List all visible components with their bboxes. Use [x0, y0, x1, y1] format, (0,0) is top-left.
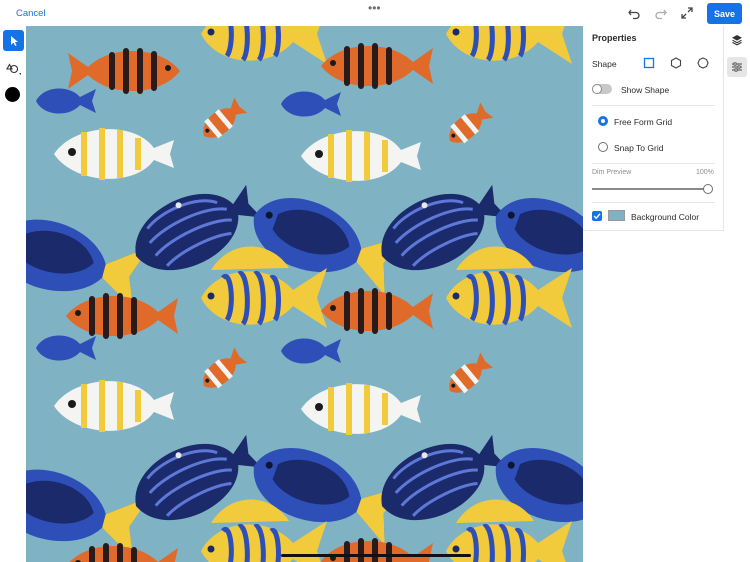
divider — [592, 105, 715, 106]
more-options-icon[interactable]: ••• — [368, 1, 381, 15]
background-color-checkbox[interactable] — [592, 211, 602, 221]
shape-label: Shape — [592, 59, 617, 69]
divider — [592, 202, 715, 203]
sliders-icon[interactable] — [727, 57, 747, 77]
dim-preview-slider[interactable] — [592, 188, 705, 190]
dim-preview-label: Dim Preview — [592, 169, 632, 176]
dim-preview-value: 100% — [696, 169, 714, 176]
save-button[interactable]: Save — [707, 3, 742, 24]
square-shape-icon[interactable] — [643, 57, 655, 69]
background-color-label: Background Color — [631, 212, 700, 222]
dim-preview-slider-handle[interactable] — [703, 184, 713, 194]
layers-icon[interactable] — [727, 30, 747, 50]
properties-panel: Properties Shape Show Shape Free Form Gr… — [583, 26, 724, 231]
fullscreen-icon[interactable] — [680, 6, 694, 20]
hexagon-shape-icon[interactable] — [670, 57, 682, 69]
toggle-knob — [592, 84, 602, 94]
free-form-grid-label: Free Form Grid — [614, 117, 673, 127]
color-picker-icon[interactable] — [5, 87, 20, 102]
divider — [592, 163, 715, 164]
undo-icon[interactable] — [627, 6, 641, 20]
snap-to-grid-radio[interactable] — [598, 142, 608, 152]
select-tool-icon[interactable] — [3, 30, 24, 51]
panel-title: Properties — [592, 33, 637, 43]
shape-tool-icon[interactable] — [4, 59, 22, 77]
show-shape-toggle[interactable] — [592, 84, 612, 94]
free-form-grid-radio[interactable] — [598, 116, 608, 126]
home-indicator — [281, 554, 471, 557]
pattern-canvas[interactable] — [26, 26, 583, 562]
cancel-button[interactable]: Cancel — [16, 8, 46, 19]
top-bar: Cancel ••• Save — [0, 0, 750, 26]
show-shape-label: Show Shape — [621, 85, 670, 95]
redo-icon[interactable] — [654, 6, 668, 20]
tool-rail — [0, 26, 26, 186]
snap-to-grid-label: Snap To Grid — [614, 143, 664, 153]
circle-shape-icon[interactable] — [697, 57, 709, 69]
fish-pattern-artwork — [26, 26, 583, 562]
background-color-swatch[interactable] — [608, 210, 625, 221]
